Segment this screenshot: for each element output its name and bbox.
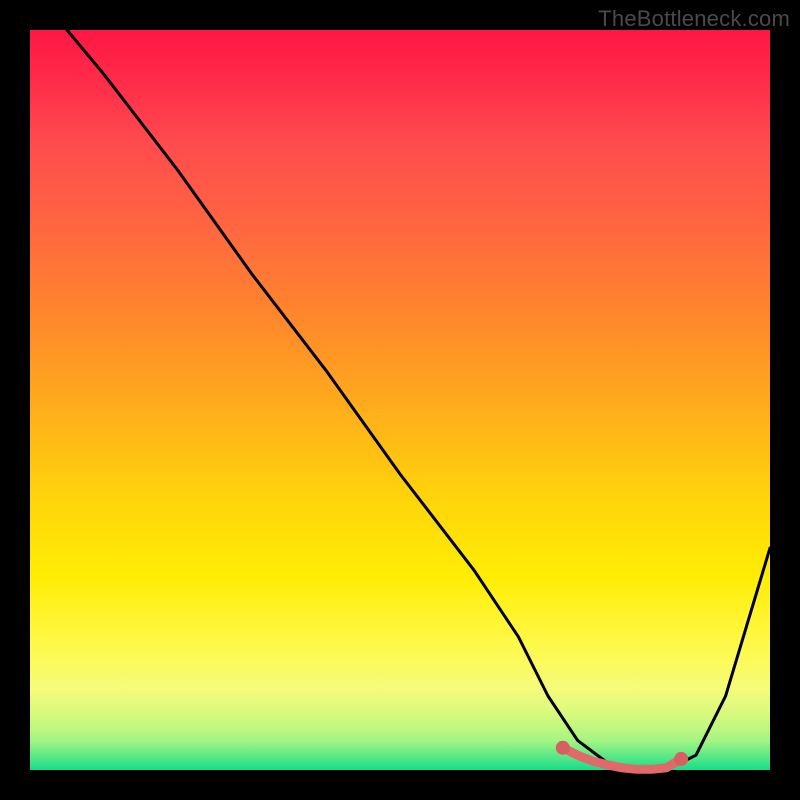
plot-area [30, 30, 770, 770]
highlight-dot [556, 741, 570, 755]
chart-frame: TheBottleneck.com [0, 0, 800, 800]
watermark-text: TheBottleneck.com [598, 6, 790, 32]
highlight-dot [674, 752, 688, 766]
highlight-flat-zone-line [563, 748, 681, 770]
series-curve [67, 30, 770, 770]
chart-svg [30, 30, 770, 770]
